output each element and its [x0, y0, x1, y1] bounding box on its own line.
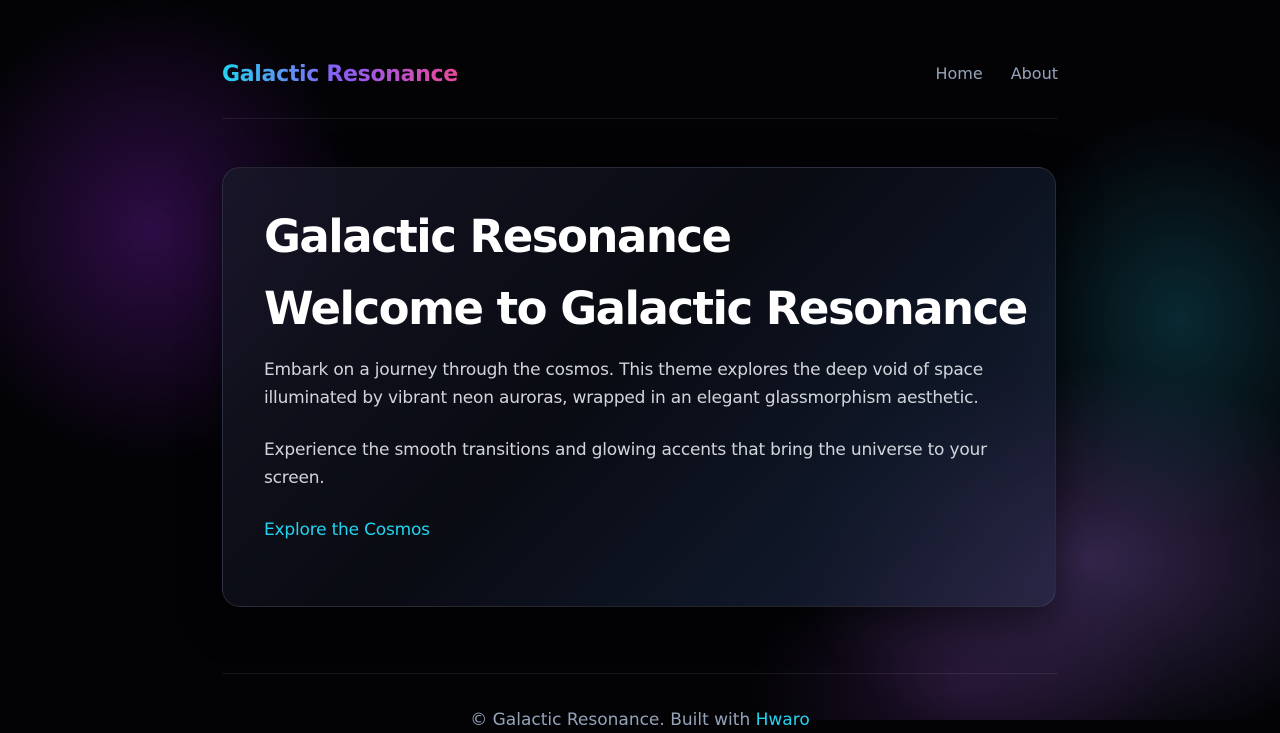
footer-copyright: © Galactic Resonance. Built with	[470, 710, 756, 730]
brand-logo-link[interactable]: Galactic Resonance	[222, 59, 458, 91]
welcome-heading: Welcome to Galactic Resonance	[264, 282, 1028, 335]
site-header: Galactic Resonance Home About	[222, 0, 1058, 119]
site-footer: © Galactic Resonance. Built with Hwaro	[222, 673, 1058, 730]
hero-card: Galactic Resonance Welcome to Galactic R…	[222, 167, 1056, 607]
explore-cosmos-link[interactable]: Explore the Cosmos	[264, 516, 430, 544]
hero-card-content: Galactic Resonance Welcome to Galactic R…	[264, 208, 1028, 544]
page-title: Galactic Resonance	[264, 210, 732, 263]
nav-link-home[interactable]: Home	[935, 62, 982, 86]
main-nav: Home About	[935, 62, 1058, 86]
experience-paragraph: Experience the smooth transitions and gl…	[264, 440, 987, 488]
footer-hwaro-link[interactable]: Hwaro	[756, 710, 810, 730]
page-container: Galactic Resonance Home About Galactic R…	[222, 0, 1058, 730]
nav-link-about[interactable]: About	[1011, 62, 1058, 86]
footer-text: © Galactic Resonance. Built with Hwaro	[222, 707, 1058, 733]
intro-paragraph: Embark on a journey through the cosmos. …	[264, 360, 983, 408]
